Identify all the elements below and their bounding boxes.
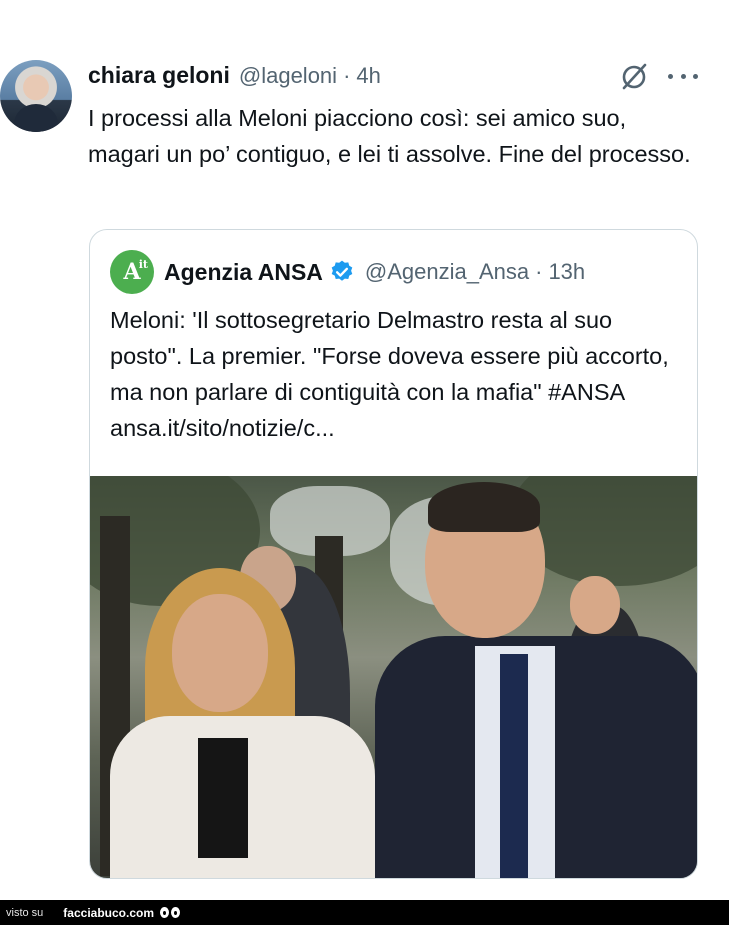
quoted-tweet-time[interactable]: 13h — [548, 259, 585, 285]
quoted-author-handle[interactable]: @Agenzia_Ansa — [365, 259, 529, 285]
photo-man-hair — [428, 482, 540, 532]
footer-visto-su: visto su — [6, 906, 44, 919]
quoted-author-name[interactable]: Agenzia ANSA — [164, 259, 323, 286]
eye-left — [160, 907, 169, 918]
quoted-tweet-text: Meloni: 'Il sottosegretario Delmastro re… — [110, 307, 669, 441]
eye-right — [171, 907, 180, 918]
quoted-tweet-photo[interactable] — [90, 476, 697, 878]
tweet-time[interactable]: 4h — [356, 63, 380, 89]
grok-icon[interactable] — [618, 60, 650, 92]
author-avatar[interactable] — [0, 60, 72, 132]
author-name[interactable]: chiara geloni — [88, 62, 230, 89]
photo-woman-face — [172, 594, 268, 712]
tweet-header: chiara geloni @lageloni · 4h — [88, 62, 381, 92]
footer-site-link[interactable]: facciabuco.com — [63, 906, 154, 920]
header-separator: · — [343, 63, 351, 88]
quoted-header-separator: · — [535, 259, 543, 284]
ansa-logo-superscript: it — [138, 258, 148, 271]
verified-badge-icon — [331, 260, 353, 281]
facciabuco-eyes-icon — [160, 907, 180, 918]
photo-background-person-head — [570, 576, 620, 634]
photo-woman-top — [198, 738, 248, 858]
photo-man-tie — [500, 654, 528, 878]
author-handle[interactable]: @lageloni — [239, 63, 337, 89]
more-dot — [680, 73, 686, 79]
facciabuco-footer: visto su facciabuco.com — [0, 900, 729, 925]
quoted-tweet[interactable]: A it Agenzia ANSA @Agenzia_Ansa · 13h Me… — [89, 229, 698, 879]
more-icon[interactable] — [668, 62, 698, 90]
tweet-text: I processi alla Meloni piacciono così: s… — [88, 105, 691, 167]
ansa-logo-icon[interactable]: A it — [110, 250, 154, 294]
quoted-tweet-header: A it Agenzia ANSA @Agenzia_Ansa · 13h — [110, 250, 585, 294]
more-dot — [693, 73, 698, 79]
more-dot — [668, 73, 673, 79]
